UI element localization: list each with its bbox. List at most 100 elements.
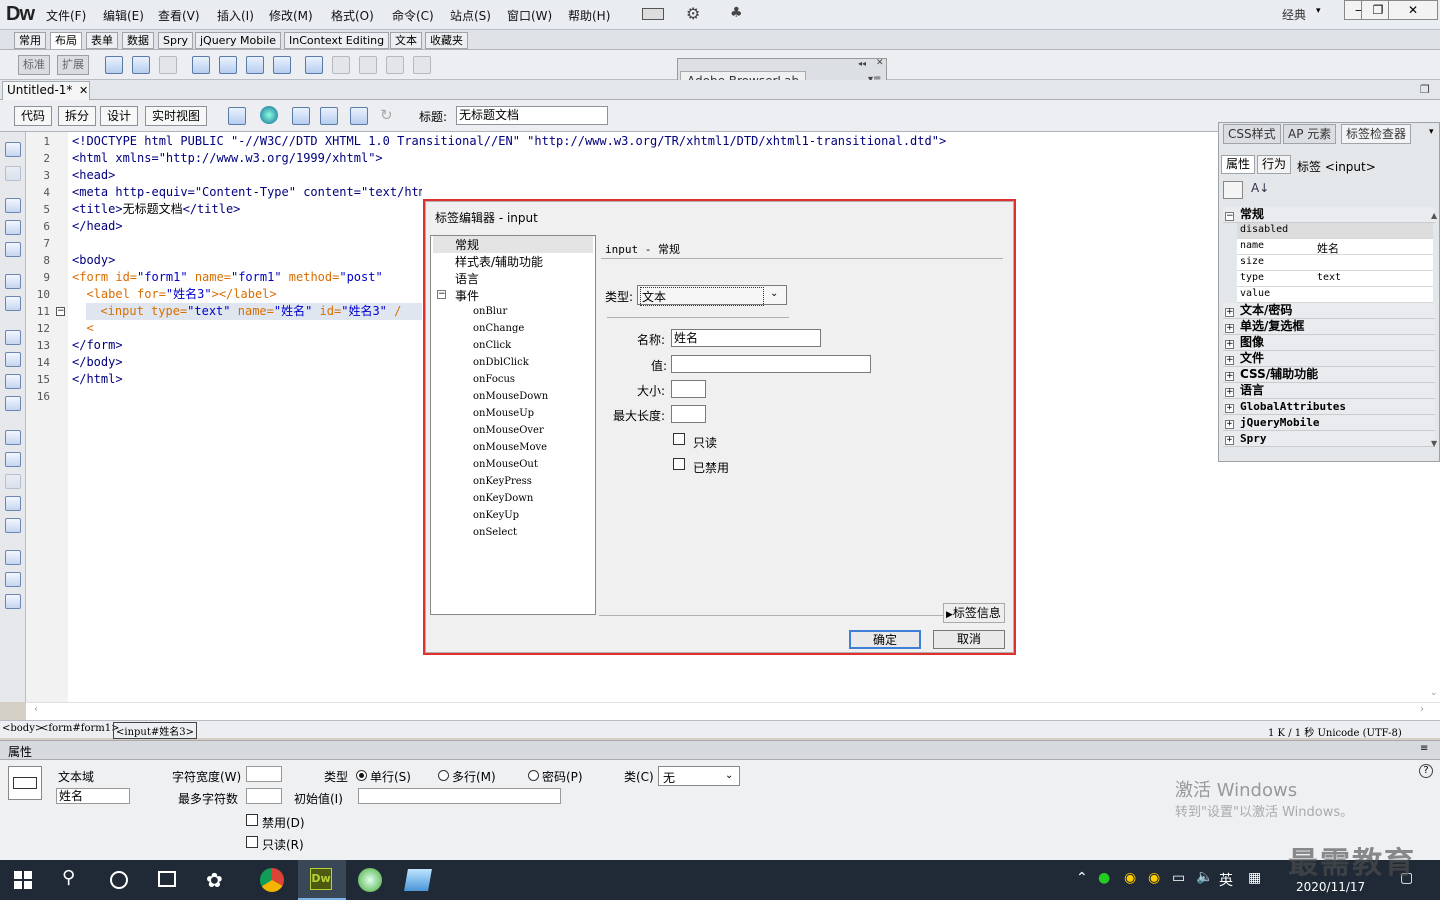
close-button[interactable]: ✕ xyxy=(1388,0,1438,20)
line-numbers-icon[interactable] xyxy=(5,330,21,345)
tree-event-onfocus[interactable]: onFocus xyxy=(473,374,515,385)
open-documents-icon[interactable] xyxy=(5,142,21,157)
split-view-button[interactable]: 拆分 xyxy=(58,106,97,126)
show-code-navigator-icon[interactable] xyxy=(5,166,21,181)
category-image[interactable]: + 图像 xyxy=(1223,335,1435,351)
category-text-password[interactable]: + 文本/密码 xyxy=(1223,303,1435,319)
readonly-checkbox[interactable] xyxy=(246,836,258,848)
qq-icon[interactable]: ◉ xyxy=(1148,870,1160,886)
menu-format[interactable]: 格式(O) xyxy=(331,7,374,24)
indent-code-icon[interactable] xyxy=(5,550,21,565)
tab-text[interactable]: 文本 xyxy=(390,32,422,49)
panel-menu-icon[interactable]: ≡ xyxy=(1420,743,1428,754)
wrap-tag-icon[interactable] xyxy=(5,474,21,489)
code-view-button[interactable]: 代码 xyxy=(14,106,53,126)
code-editor-right-area[interactable] xyxy=(1218,462,1440,702)
div-icon[interactable] xyxy=(105,56,123,74)
tab-spry[interactable]: Spry xyxy=(158,32,193,49)
panel-menu-icon[interactable]: ▾ xyxy=(1429,127,1434,137)
category-css-accessibility[interactable]: + CSS/辅助功能 xyxy=(1223,367,1435,383)
category-view-icon[interactable] xyxy=(1223,181,1243,199)
max-chars-input[interactable] xyxy=(246,788,282,804)
expand-icon[interactable]: + xyxy=(1225,324,1234,333)
password-radio[interactable] xyxy=(528,770,539,781)
multiscreen-icon[interactable] xyxy=(228,107,246,125)
w3c-validation-icon[interactable] xyxy=(320,107,338,125)
chevron-up-icon[interactable]: ⌃ xyxy=(1076,870,1088,886)
scroll-right-icon[interactable]: › xyxy=(1420,704,1424,715)
name-input[interactable]: 姓名 xyxy=(671,329,821,347)
expand-all-icon[interactable] xyxy=(5,242,21,257)
highlight-invalid-icon[interactable] xyxy=(5,352,21,367)
tab-attributes[interactable]: 属性 xyxy=(1221,155,1256,174)
gear-icon[interactable]: ⚙ xyxy=(686,4,700,23)
cancel-button[interactable]: 取消 xyxy=(933,630,1005,649)
sort-az-icon[interactable]: A↓ xyxy=(1251,181,1269,195)
tag-info-toggle[interactable]: ▶标签信息 xyxy=(943,603,1005,623)
tree-item-language[interactable]: 语言 xyxy=(455,270,479,287)
recent-snippets-icon[interactable] xyxy=(5,496,21,511)
collapse-icon[interactable]: ◂◂ xyxy=(858,59,866,68)
char-width-input[interactable] xyxy=(246,766,282,782)
media-player-icon[interactable] xyxy=(358,868,382,892)
category-radio-checkbox[interactable]: + 单选/复选框 xyxy=(1223,319,1435,335)
tab-ap-elements[interactable]: AP 元素 xyxy=(1283,124,1337,144)
class-select[interactable]: 无 ⌄ xyxy=(658,766,740,786)
collapse-icon[interactable]: − xyxy=(437,290,446,299)
tab-jquery-mobile[interactable]: jQuery Mobile xyxy=(195,32,282,49)
tree-event-onkeydown[interactable]: onKeyDown xyxy=(473,493,533,504)
chevron-down-icon[interactable]: ▾ xyxy=(1316,6,1321,16)
tab-layout[interactable]: 布局 xyxy=(50,32,82,49)
search-icon[interactable]: ⚲ xyxy=(62,867,75,888)
menu-view[interactable]: 查看(V) xyxy=(158,7,200,24)
tree-item-style-accessibility[interactable]: 样式表/辅助功能 xyxy=(455,253,543,270)
element-name-input[interactable]: 姓名 xyxy=(56,788,130,804)
workspace-switcher[interactable]: 经典 xyxy=(1282,6,1306,23)
expand-icon[interactable]: + xyxy=(1225,436,1234,445)
move-css-icon[interactable] xyxy=(5,518,21,533)
remove-comment-icon[interactable] xyxy=(5,452,21,467)
menu-site[interactable]: 站点(S) xyxy=(450,7,491,24)
expand-icon[interactable]: + xyxy=(1225,340,1234,349)
site-icon[interactable]: ♣ xyxy=(730,5,743,21)
task-view-icon[interactable] xyxy=(158,871,176,887)
menu-help[interactable]: 帮助(H) xyxy=(568,7,610,24)
tree-event-onkeyup[interactable]: onKeyUp xyxy=(473,510,519,521)
category-global-attributes[interactable]: + GlobalAttributes xyxy=(1223,399,1435,415)
tab-forms[interactable]: 表单 xyxy=(86,32,118,49)
spry-accordion-icon[interactable] xyxy=(246,56,264,74)
value-input[interactable] xyxy=(671,355,871,373)
prop-row-size[interactable]: size xyxy=(1237,255,1433,271)
live-view-button[interactable]: 实时视图 xyxy=(145,106,208,126)
tag-selector-body[interactable]: <body> xyxy=(2,723,43,734)
menu-edit[interactable]: 编辑(E) xyxy=(103,7,144,24)
apply-comment-icon[interactable] xyxy=(5,430,21,445)
restore-document-icon[interactable]: ❐ xyxy=(1420,83,1430,96)
category-file[interactable]: + 文件 xyxy=(1223,351,1435,367)
tree-event-onmouseover[interactable]: onMouseOver xyxy=(473,425,544,436)
spry-collapsible-icon[interactable] xyxy=(273,56,291,74)
collapse-icon[interactable]: − xyxy=(1225,212,1234,221)
close-tab-icon[interactable]: ✕ xyxy=(79,82,88,99)
globe-preview-icon[interactable] xyxy=(260,106,278,124)
document-tab[interactable]: Untitled-1* ✕ xyxy=(2,81,90,100)
expand-icon[interactable]: + xyxy=(1225,420,1234,429)
collapse-tag-icon[interactable] xyxy=(5,198,21,213)
balance-braces-icon[interactable] xyxy=(5,296,21,311)
wechat-icon[interactable]: ● xyxy=(1098,870,1110,886)
horizontal-scrollbar[interactable]: ‹ › xyxy=(26,702,1440,720)
chrome-icon[interactable] xyxy=(260,868,284,892)
readonly-checkbox[interactable] xyxy=(673,433,685,445)
size-input[interactable] xyxy=(671,380,706,398)
maxlength-input[interactable] xyxy=(671,405,706,423)
disabled-checkbox[interactable] xyxy=(246,814,258,826)
tree-event-onmousemove[interactable]: onMouseMove xyxy=(473,442,547,453)
scroll-left-icon[interactable]: ‹ xyxy=(34,704,38,715)
tree-event-onmouseup[interactable]: onMouseUp xyxy=(473,408,534,419)
menu-modify[interactable]: 修改(M) xyxy=(269,7,313,24)
initial-value-input[interactable] xyxy=(358,788,561,804)
single-line-radio[interactable] xyxy=(356,770,367,781)
disabled-checkbox[interactable] xyxy=(673,458,685,470)
dreamweaver-taskbar-button[interactable]: Dw xyxy=(298,860,346,900)
tree-event-onmousedown[interactable]: onMouseDown xyxy=(473,391,548,402)
